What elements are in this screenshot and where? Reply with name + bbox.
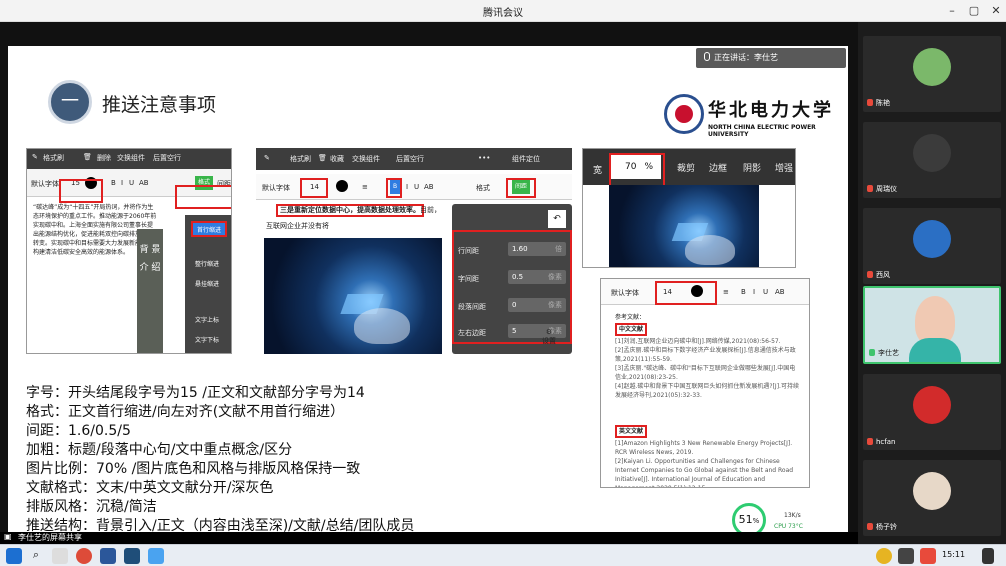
participant-list: 陈艳 周瑞仪 西风 李仕艺 hcfan 杨子钤	[858, 22, 1006, 544]
notification-icon[interactable]	[982, 548, 994, 564]
en-refs-label: 英文文献	[615, 425, 648, 438]
section-number: 一	[48, 80, 92, 124]
university-name-en: NORTH CHINA ELECTRIC POWER UNIVERSITY	[708, 124, 816, 138]
presentation-slide: 一 推送注意事项 华北电力大学 NORTH CHINA ELECTRIC POW…	[8, 46, 848, 540]
windows-taskbar: ⌕ 15:11	[0, 544, 1006, 566]
editor-screenshot-1: ✎ 格式刷 🗑 删除 交换组件 后置空行 默认字体 15 B I U AB 格式…	[26, 148, 232, 354]
network-icon[interactable]	[898, 548, 914, 564]
align-icon: ≡	[362, 183, 368, 191]
participant-name: 李仕艺	[869, 348, 899, 358]
avatar	[913, 134, 951, 172]
screen-share-bar: ▣ 李仕艺的屏幕共享	[0, 532, 858, 544]
participant-name: 周瑞仪	[867, 184, 897, 194]
rule-format: 格式：正文首行缩进/向左对齐(文献不用首行缩进）	[26, 404, 345, 420]
mic-icon	[869, 349, 875, 356]
rule-font-size: 字号：开头结尾段字号为15 /正文和文献部分字号为14	[26, 385, 365, 401]
participant-tile[interactable]: hcfan	[863, 374, 1001, 450]
screen-share-icon: ▣	[4, 532, 12, 541]
align-icon: ≡	[723, 288, 729, 296]
back-arrow-icon: ↶	[548, 210, 566, 228]
trash-icon: 🗑	[83, 153, 92, 161]
rule-spacing: 间距：1.6/0.5/5	[26, 423, 131, 439]
line-spacing-input: 1.60 倍	[508, 242, 566, 256]
paragraph-spacing-input: 0 像素	[508, 298, 566, 312]
rule-bold: 加粗：标题/段落中心句/文中重点概念/区分	[26, 442, 293, 458]
clock: 15:11	[942, 550, 966, 559]
image-settings-screenshot: 宽 70% 裁剪 边框 阴影 增强	[582, 148, 796, 268]
rule-references: 文献格式：文末/中英文文献分开/深灰色	[26, 480, 274, 496]
avatar	[913, 48, 951, 86]
pin-icon: ✎	[264, 154, 270, 162]
participant-tile-active[interactable]: 李仕艺	[863, 286, 1001, 364]
app-icon[interactable]	[124, 548, 140, 564]
task-view-icon[interactable]	[52, 548, 68, 564]
trash-icon: 🗑	[318, 154, 327, 162]
university-logo	[664, 94, 704, 134]
highlighted-sentence: 三是重新定位数据中心，提高数据处理效率。	[276, 204, 424, 217]
letter-spacing-input: 0.5 像素	[508, 270, 566, 284]
margin-input: 5 像素	[508, 324, 566, 338]
mic-muted-icon	[867, 99, 873, 106]
shared-screen: 一 推送注意事项 华北电力大学 NORTH CHINA ELECTRIC POW…	[0, 22, 858, 540]
mic-muted-icon	[867, 523, 873, 530]
en-reference-list: [1]Amazon Highlights 3 New Renewable Ene…	[615, 440, 794, 487]
editor-toolbar: ✎ 格式刷 🗑 收藏 交换组件 后置空行 ••• 组件定位	[256, 148, 572, 170]
speaking-indicator: 正在讲话：李仕艺	[696, 48, 846, 68]
mic-muted-icon	[867, 438, 873, 445]
mic-muted-icon	[867, 185, 873, 192]
rule-style: 排版风格：沉稳/简洁	[26, 499, 157, 515]
pin-icon: ✎	[32, 153, 38, 161]
word-icon[interactable]	[100, 548, 116, 564]
cn-reference-list: [1]刘润,互联网企业迈向碳中和[J].网络传媒,2021(08):56-57.…	[615, 338, 799, 399]
participant-tile[interactable]: 陈艳	[863, 36, 1001, 112]
participant-tile[interactable]: 西风	[863, 208, 1001, 284]
window-title: 腾讯会议	[483, 8, 523, 19]
search-icon[interactable]: ⌕	[28, 548, 44, 564]
avatar	[913, 220, 951, 258]
highlight-font	[655, 281, 717, 305]
highlight-font-size	[59, 179, 103, 203]
meeting-app-icon[interactable]	[148, 548, 164, 564]
input-method-icon[interactable]	[920, 548, 936, 564]
close-icon[interactable]: ✕	[988, 3, 1004, 19]
gear-icon: ⚙	[545, 328, 553, 336]
participant-name: 陈艳	[867, 98, 890, 108]
color-picker	[336, 180, 348, 192]
university-name-cn: 华北电力大学	[708, 100, 834, 121]
editor-toolbar: ✎ 格式刷 🗑 删除 交换组件 后置空行	[27, 149, 231, 169]
rule-image: 图片比例：70% /图片底色和风格与排版风格保持一致	[26, 461, 361, 477]
minimize-icon[interactable]: –	[944, 3, 960, 19]
settings-button: ⚙ 设置	[542, 328, 556, 345]
window-titlebar: 腾讯会议 – ▢ ✕	[0, 0, 1006, 22]
participant-name: hcfan	[867, 438, 895, 446]
references-screenshot: 默认字体 14 ≡ B I U AB 参考文献： 中文文献 [1]刘润,互联网企…	[600, 278, 810, 488]
slide-title: 推送注意事项	[102, 94, 217, 116]
indent-menu: 首行缩进 整行缩进 悬挂缩进 文字上标 文字下标	[185, 215, 231, 353]
avatar	[913, 472, 951, 510]
side-heading: 背 景 介 绍	[137, 229, 163, 353]
start-icon[interactable]	[6, 548, 22, 564]
more-icon: •••	[478, 154, 491, 162]
tech-image	[264, 238, 442, 354]
maximize-icon[interactable]: ▢	[966, 3, 982, 19]
tray-icon[interactable]	[876, 548, 892, 564]
mic-icon	[704, 52, 710, 61]
avatar	[913, 386, 951, 424]
highlight-bold	[386, 178, 402, 198]
highlight-spacing	[506, 178, 536, 198]
participant-tile[interactable]: 周瑞仪	[863, 122, 1001, 198]
mic-muted-icon	[867, 271, 873, 278]
highlight-format	[175, 185, 231, 209]
highlight-font-size	[300, 178, 328, 198]
editor-screenshot-2: ✎ 格式刷 🗑 收藏 交换组件 后置空行 ••• 组件定位 默认字体 14 ≡ …	[256, 148, 572, 354]
cn-refs-label: 中文文献	[615, 323, 648, 336]
browser-icon[interactable]	[76, 548, 92, 564]
participant-name: 西风	[867, 270, 890, 280]
performance-info: 13K/s CPU 73°C	[768, 510, 830, 534]
participant-tile[interactable]: 杨子钤	[863, 460, 1001, 536]
tech-image	[609, 185, 759, 267]
participant-name: 杨子钤	[867, 522, 897, 532]
